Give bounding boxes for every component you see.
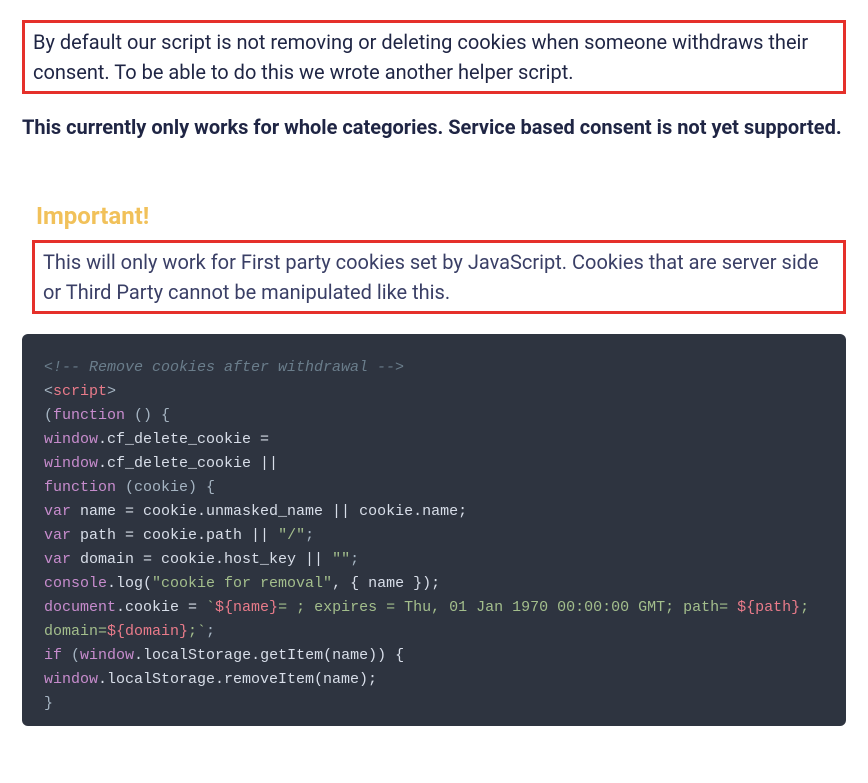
- code-comment: <!-- Remove cookies after withdrawal -->: [44, 359, 404, 376]
- important-callout: Important! This will only work for First…: [32, 202, 846, 314]
- callout-body-box: This will only work for First party cook…: [32, 240, 846, 314]
- intro-paragraph-box: By default our script is not removing or…: [22, 20, 846, 94]
- callout-title: Important!: [36, 202, 846, 230]
- support-note: This currently only works for whole cate…: [22, 112, 846, 142]
- code-block: <!-- Remove cookies after withdrawal -->…: [22, 334, 846, 726]
- callout-body: This will only work for First party cook…: [43, 247, 835, 307]
- intro-paragraph: By default our script is not removing or…: [33, 27, 835, 87]
